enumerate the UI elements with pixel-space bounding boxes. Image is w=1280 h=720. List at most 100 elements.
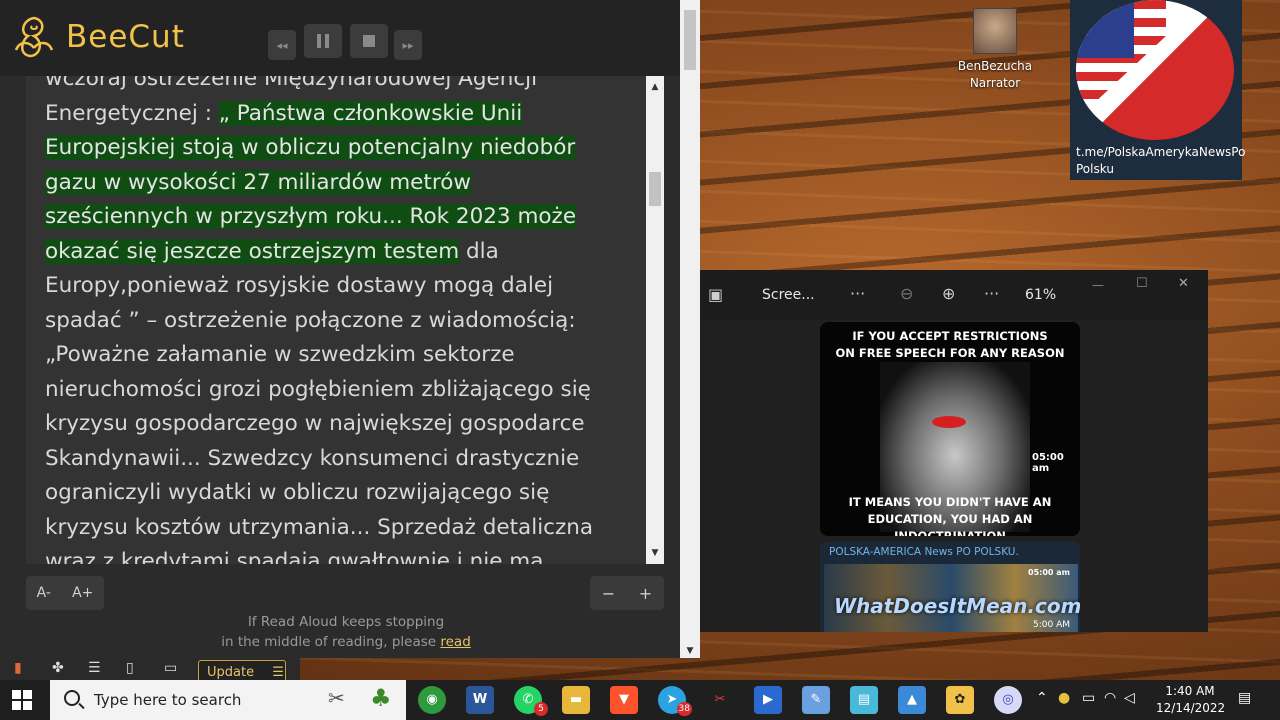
wifi-icon[interactable]: ◠ <box>1104 690 1116 706</box>
text-line-first: wczoraj ostrzeżenie Międzynarodowej Agen… <box>45 76 538 91</box>
meme-image: IF YOU ACCEPT RESTRICTIONS ON FREE SPEEC… <box>820 322 1080 536</box>
photos-icon[interactable]: ▲ <box>898 686 926 714</box>
close-button[interactable]: ✕ <box>1178 276 1189 291</box>
search-icon <box>64 690 80 706</box>
font-decrease-button[interactable]: A- <box>37 585 51 601</box>
search-placeholder: Type here to search <box>94 691 242 709</box>
narrator-role: Narrator <box>969 76 1021 90</box>
channel-title: POLSKA-AMERICA News PO POLSKU. <box>829 546 1019 558</box>
file-explorer-icon[interactable]: ▬ <box>562 686 590 714</box>
clock-time: 1:40 AM <box>1165 684 1215 698</box>
narrator-thumbnail <box>973 8 1017 54</box>
meme-lips <box>932 416 966 428</box>
clock-date: 12/14/2022 <box>1156 701 1226 715</box>
christmas-tree-icon: ♣ <box>370 684 392 712</box>
text-scrollbar[interactable]: ▲ ▼ <box>646 76 664 564</box>
notice-read-link[interactable]: read <box>440 634 470 650</box>
text-line-2: Energetycznej : <box>45 100 219 126</box>
channel-post-image: WhatDoesItMean.com 05:00 am 5:00 AM <box>824 564 1080 632</box>
extension-icon[interactable]: ▮ <box>14 660 22 676</box>
scissors-icon: ✂ <box>328 686 345 710</box>
notifications-icon[interactable]: ▤ <box>1238 690 1251 706</box>
pause-button[interactable] <box>304 24 342 58</box>
speed-controls: − + <box>590 576 664 610</box>
beecut-logo: BeeCut <box>10 14 185 60</box>
minimize-button[interactable]: — <box>1092 278 1104 292</box>
highlighted-sentence-1: „ Państwa członkowskie Unii <box>218 100 523 126</box>
zoom-level: 61% <box>1025 287 1057 303</box>
taskbar-search[interactable]: Type here to search ✂ ♣ <box>50 680 406 720</box>
telegram-badge: 38 <box>676 702 692 716</box>
notice-line-1: If Read Aloud keeps stopping <box>247 614 445 630</box>
reading-text: wczoraj ostrzeżenie Międzynarodowej Agen… <box>45 76 635 564</box>
meme-top-text: IF YOU ACCEPT RESTRICTIONS ON FREE SPEEC… <box>835 329 1065 360</box>
tray-chevron-icon[interactable]: ⌃ <box>1036 690 1048 706</box>
window-title: Scree... <box>762 287 815 303</box>
highlighted-sentence-3: gazu w wysokości 27 miliardów metrów <box>45 169 471 195</box>
beecut-taskbar-icon[interactable]: ✿ <box>946 686 974 714</box>
windows-start-icon[interactable] <box>12 690 32 710</box>
more-options-icon[interactable]: ··· <box>850 284 865 303</box>
font-increase-button[interactable]: A+ <box>72 585 93 601</box>
chrome-app-icon[interactable]: ◎ <box>994 686 1022 714</box>
telegram-channel-widget[interactable]: t.me/PolskaAmerykaNewsPo Polsku <box>1070 0 1246 180</box>
notepad-icon[interactable]: ▤ <box>850 686 878 714</box>
photo-app-icon: ▣ <box>708 285 724 304</box>
paint-icon[interactable]: ✎ <box>802 686 830 714</box>
tab-icon[interactable]: ▭ <box>164 660 177 676</box>
meme-bottom-text: IT MEANS YOU DIDN'T HAVE AN EDUCATION, Y… <box>848 495 1052 536</box>
video-player-icon[interactable]: ▶ <box>754 686 782 714</box>
desktop-icon-narrator[interactable]: BenBezucha Narrator <box>956 8 1034 92</box>
previous-button[interactable]: ◂◂ <box>268 30 296 60</box>
snipping-tool-icon[interactable]: ✂ <box>706 686 734 714</box>
next-button[interactable]: ▸▸ <box>394 30 422 60</box>
photos-titlebar: ▣ Scree... ··· ⊖ ⊕ ··· 61% — ☐ ✕ <box>700 270 1208 320</box>
maximize-button[interactable]: ☐ <box>1136 276 1148 291</box>
forward-icon: ▸▸ <box>402 38 414 52</box>
increase-button[interactable]: + <box>639 584 652 603</box>
channel-time-bottom: 5:00 AM <box>1033 620 1070 630</box>
list-icon[interactable]: ☰ <box>88 660 101 676</box>
menu-icon: ☰ <box>272 665 284 680</box>
panel-scroll-thumb[interactable] <box>684 10 696 70</box>
channel-time-top: 05:00 am <box>1028 568 1070 577</box>
reading-text-area[interactable]: wczoraj ostrzeżenie Międzynarodowej Agen… <box>26 76 664 564</box>
more-icon[interactable]: ··· <box>984 284 999 303</box>
bee-icon <box>14 16 54 58</box>
decrease-button[interactable]: − <box>602 584 615 603</box>
volume-icon[interactable]: ◁ <box>1124 690 1135 706</box>
word-icon[interactable]: W <box>466 686 494 714</box>
app-name: BeeCut <box>66 19 185 55</box>
update-label: Update <box>207 665 255 680</box>
panel-scrollbar[interactable]: ▼ <box>680 0 700 658</box>
reader-header: BeeCut ◂◂ ▸▸ <box>0 0 680 76</box>
scroll-down-arrow-icon[interactable]: ▼ <box>646 544 664 562</box>
panel-scroll-down-icon[interactable]: ▼ <box>680 646 700 656</box>
channel-link-label: t.me/PolskaAmerykaNewsPo Polsku <box>1076 145 1246 176</box>
font-size-controls: A- A+ <box>26 576 104 610</box>
highlighted-sentence-2: Europejskiej stoją w obliczu potencjalny… <box>45 135 576 160</box>
taskbar: Type here to search ✂ ♣ ◉ W ✆ 5 ▬ ▼ ➤ 38 ✂… <box>0 680 1280 720</box>
taskbar-clock[interactable]: 1:40 AM 12/14/2022 <box>1156 683 1226 717</box>
zoom-out-icon[interactable]: ⊖ <box>900 284 913 303</box>
zoom-in-icon[interactable]: ⊕ <box>942 284 955 303</box>
stop-button[interactable] <box>350 24 388 58</box>
android-app-icon[interactable]: ◉ <box>418 686 446 714</box>
sidebar-icon[interactable]: ▯ <box>126 660 134 676</box>
rewind-icon: ◂◂ <box>276 38 288 52</box>
brave-browser-icon[interactable]: ▼ <box>610 686 638 714</box>
text-remaining: Europy,ponieważ rosyjskie dostawy mogą d… <box>45 273 594 564</box>
channel-watermark: WhatDoesItMean.com <box>834 594 1080 618</box>
scroll-thumb[interactable] <box>649 172 661 206</box>
tray-app-icon[interactable]: ● <box>1058 690 1070 706</box>
network-icon[interactable]: ▭ <box>1082 690 1095 706</box>
read-aloud-panel: BeeCut ◂◂ ▸▸ wczoraj ostrzeżenie Międzyn… <box>0 0 700 658</box>
whatsapp-icon[interactable]: ✆ 5 <box>514 686 548 716</box>
scroll-up-arrow-icon[interactable]: ▲ <box>646 78 664 96</box>
telegram-icon[interactable]: ➤ 38 <box>658 686 692 716</box>
read-aloud-notice: If Read Aloud keeps stopping in the midd… <box>186 612 506 652</box>
notice-line-2: in the middle of reading, please <box>221 634 441 650</box>
us-poland-flag-icon <box>1076 0 1234 140</box>
channel-post-card: POLSKA-AMERICA News PO POLSKU. WhatDoesI… <box>820 542 1080 632</box>
puzzle-icon[interactable]: ✤ <box>52 660 64 676</box>
